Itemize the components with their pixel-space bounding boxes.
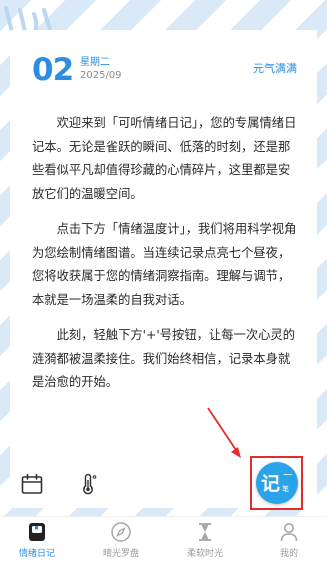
tab-soft-time[interactable]: 柔软时光 <box>170 521 240 565</box>
date-header: 02 星期二 2025/09 元气满满 <box>32 52 297 88</box>
tab-label-mine: 我的 <box>279 549 298 559</box>
fab-sub-label: 笔 <box>282 485 289 493</box>
thermometer-paragraph: 点击下方「情绪温度计」，我们将用科学视角为您绘制情绪图谱。当连续记录点亮七个昼夜… <box>32 222 297 307</box>
fab-main-label: 记 <box>261 473 281 495</box>
thermometer-icon <box>83 473 97 495</box>
year-month-label: 2025/09 <box>80 70 122 81</box>
tab-emotion-diary[interactable]: 情绪日记 <box>2 521 72 565</box>
add-button-paragraph: 此刻，轻触下方'+'号按钮，让每一次心灵的涟漪都被温柔接住。我们始终相信，记录本… <box>32 328 296 389</box>
tab-sunny-compass[interactable]: 晴光罗盘 <box>86 521 156 565</box>
diary-icon <box>29 523 45 541</box>
calendar-icon <box>21 473 43 494</box>
day-number: 02 <box>32 52 74 88</box>
highlight-frame: 记 一 笔 <box>250 456 303 510</box>
fab-dash-label: 一 <box>283 471 293 481</box>
add-entry-button[interactable]: 记 一 笔 <box>256 462 298 504</box>
mood-tag: 元气满满 <box>253 62 297 75</box>
diary-card: 02 星期二 2025/09 元气满满 欢迎来到「可听情绪日记」，您的专属情绪日… <box>10 30 317 508</box>
emotion-thermometer-button[interactable] <box>76 472 100 496</box>
person-icon <box>280 523 298 542</box>
bottom-tab-bar: 情绪日记 晴光罗盘 柔软时光 我的 <box>0 516 327 566</box>
compass-icon <box>111 522 131 542</box>
intro-paragraph: 欢迎来到「可听情绪日记」，您的专属情绪日记本。无论是雀跃的瞬间、低落的时刻，还是… <box>32 116 297 201</box>
tab-label-time: 柔软时光 <box>186 549 223 559</box>
calendar-button[interactable] <box>20 472 44 496</box>
tab-label-diary: 情绪日记 <box>18 549 55 559</box>
diary-content: 欢迎来到「可听情绪日记」，您的专属情绪日记本。无论是雀跃的瞬间、低落的时刻，还是… <box>32 112 298 407</box>
hourglass-icon <box>199 523 211 541</box>
tab-label-compass: 晴光罗盘 <box>102 549 139 559</box>
tool-row <box>14 470 214 500</box>
weekday-label: 星期二 <box>80 57 110 68</box>
tab-mine[interactable]: 我的 <box>254 521 324 565</box>
